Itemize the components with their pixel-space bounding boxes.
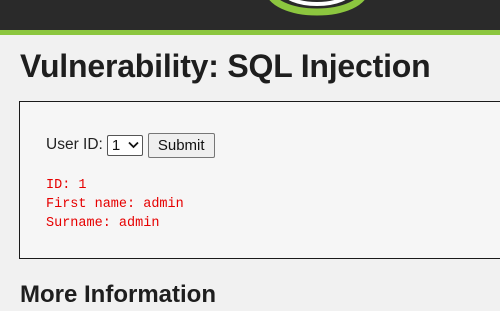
chevron-down-icon	[128, 141, 139, 149]
user-id-label: User ID:	[46, 136, 103, 153]
submit-button[interactable]: Submit	[147, 132, 215, 158]
user-id-select-value: 1	[111, 136, 121, 154]
page-title: Vulnerability: SQL Injection	[20, 48, 431, 84]
vulnerable-code-area: User ID: 1 Submit ID: 1 First name: admin…	[19, 101, 500, 259]
query-result: ID: 1 First name: admin Surname: admin	[46, 176, 184, 233]
user-id-select[interactable]: 1	[106, 134, 143, 156]
dvwa-logo-icon	[269, 0, 365, 16]
top-header	[0, 0, 500, 35]
more-information-heading: More Information	[20, 281, 216, 308]
result-line-id: ID: 1	[46, 178, 87, 193]
result-line-surname: Surname: admin	[46, 216, 160, 231]
user-id-form: User ID: 1 Submit	[46, 132, 215, 158]
result-line-first-name: First name: admin	[46, 197, 184, 212]
